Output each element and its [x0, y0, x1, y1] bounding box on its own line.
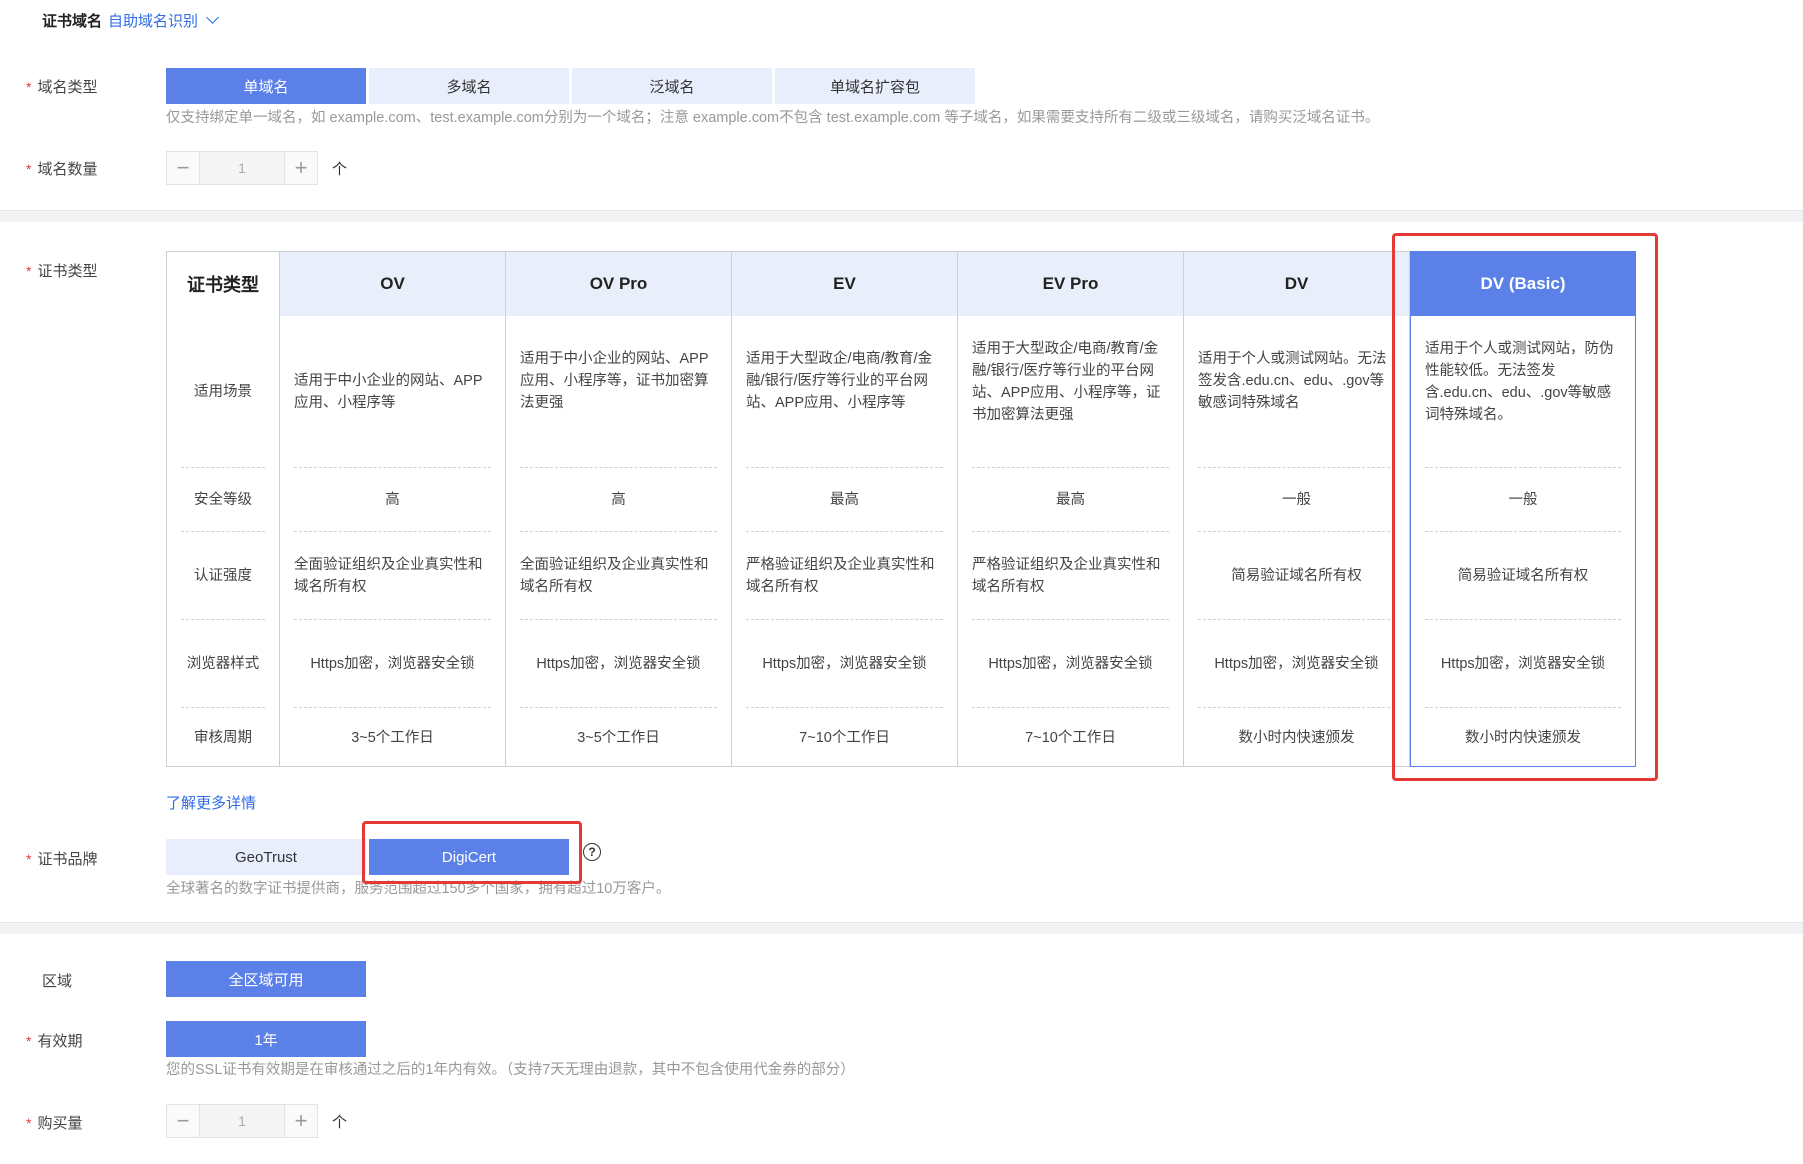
cert-ev-pro-auth: 严格验证组织及企业真实性和域名所有权 — [972, 532, 1169, 620]
validity-label: * 有效期 — [26, 1033, 83, 1050]
cert-ov-review: 3~5个工作日 — [351, 730, 434, 746]
domain-type-expansion-pack[interactable]: 单域名扩容包 — [775, 68, 975, 104]
cert-brand-segmented: GeoTrust DigiCert — [166, 839, 572, 875]
cert-ov-pro-security: 高 — [520, 468, 717, 532]
region-all-available[interactable]: 全区域可用 — [166, 961, 366, 997]
purchase-qty-unit: 个 — [332, 1113, 348, 1131]
cert-type-ev-pro-header: EV Pro — [958, 252, 1183, 316]
cert-type-table: 证书类型 适用场景 安全等级 认证强度 浏览器样式 审核周期 OV 适用于中小企… — [166, 251, 1636, 767]
domain-count-decrement-button[interactable]: − — [166, 151, 200, 185]
domain-count-stepper: − 1 + 个 — [166, 151, 347, 185]
cert-ov-browser: Https加密，浏览器安全锁 — [294, 620, 491, 708]
cert-dv-basic-browser: Https加密，浏览器安全锁 — [1425, 620, 1621, 708]
row-label-security: 安全等级 — [181, 468, 265, 532]
domain-count-increment-button[interactable]: + — [284, 151, 318, 185]
row-label-auth: 认证强度 — [181, 532, 265, 620]
cert-ev-pro-review: 7~10个工作日 — [1025, 730, 1116, 746]
cert-domain-title: 证书域名 — [42, 13, 103, 30]
cert-type-ov-header: OV — [280, 252, 505, 316]
cert-ev-browser: Https加密，浏览器安全锁 — [746, 620, 943, 708]
region-label: 区域 — [42, 973, 73, 990]
cert-ev-pro-security: 最高 — [972, 468, 1169, 532]
row-label-review: 审核周期 — [194, 730, 252, 746]
required-asterisk: * — [26, 851, 32, 867]
help-question-icon[interactable]: ? — [583, 843, 601, 861]
chevron-down-icon — [206, 11, 219, 24]
cert-ev-scenario: 适用于大型政企/电商/教育/金融/银行/医疗等行业的平台网站、APP应用、小程序… — [746, 316, 943, 468]
required-asterisk: * — [26, 161, 32, 177]
cert-dv-browser: Https加密，浏览器安全锁 — [1198, 620, 1395, 708]
cert-type-ov-pro[interactable]: OV Pro 适用于中小企业的网站、APP应用、小程序等，证书加密算法更强 高 … — [506, 251, 732, 767]
cert-type-label: * 证书类型 — [26, 263, 98, 280]
purchase-qty-decrement-button[interactable]: − — [166, 1104, 200, 1138]
cert-type-dv-header: DV — [1184, 252, 1409, 316]
required-asterisk: * — [26, 79, 32, 95]
cert-type-ev-pro[interactable]: EV Pro 适用于大型政企/电商/教育/金融/银行/医疗等行业的平台网站、AP… — [958, 251, 1184, 767]
domain-type-wildcard[interactable]: 泛域名 — [572, 68, 772, 104]
learn-more-link[interactable]: 了解更多详情 — [166, 792, 256, 813]
cert-brand-label: * 证书品牌 — [26, 851, 98, 868]
cert-type-ov[interactable]: OV 适用于中小企业的网站、APP应用、小程序等 高 全面验证组织及企业真实性和… — [280, 251, 506, 767]
cert-ev-pro-scenario: 适用于大型政企/电商/教育/金融/银行/医疗等行业的平台网站、APP应用、小程序… — [972, 316, 1169, 468]
cert-ov-scenario: 适用于中小企业的网站、APP应用、小程序等 — [294, 316, 491, 468]
domain-type-segmented: 单域名 多域名 泛域名 单域名扩容包 — [166, 68, 978, 104]
required-asterisk: * — [26, 1115, 32, 1131]
domain-count-label: * 域名数量 — [26, 161, 98, 178]
cert-ev-security: 最高 — [746, 468, 943, 532]
section-divider — [0, 210, 1803, 222]
cert-ov-auth: 全面验证组织及企业真实性和域名所有权 — [294, 532, 491, 620]
cert-type-row-labels: 证书类型 适用场景 安全等级 认证强度 浏览器样式 审核周期 — [166, 251, 280, 767]
region-segmented: 全区域可用 — [166, 961, 369, 997]
cert-dv-review: 数小时内快速颁发 — [1238, 730, 1355, 746]
cert-type-ev-header: EV — [732, 252, 957, 316]
row-label-browser: 浏览器样式 — [181, 620, 265, 708]
domain-type-single[interactable]: 单域名 — [166, 68, 366, 104]
required-asterisk: * — [26, 263, 32, 279]
cert-dv-basic-auth: 简易验证域名所有权 — [1425, 532, 1621, 620]
cert-dv-basic-review: 数小时内快速颁发 — [1465, 730, 1581, 746]
validity-hint: 您的SSL证书有效期是在审核通过之后的1年内有效。（支持7天无理由退款，其中不包… — [166, 1062, 855, 1078]
cert-type-header-label: 证书类型 — [167, 252, 279, 316]
cert-ov-security: 高 — [294, 468, 491, 532]
cert-type-dv-basic-header: DV (Basic) — [1411, 252, 1635, 316]
cert-ov-pro-scenario: 适用于中小企业的网站、APP应用、小程序等，证书加密算法更强 — [520, 316, 717, 468]
cert-dv-security: 一般 — [1198, 468, 1395, 532]
cert-ev-pro-browser: Https加密，浏览器安全锁 — [972, 620, 1169, 708]
cert-ov-pro-browser: Https加密，浏览器安全锁 — [520, 620, 717, 708]
auto-detect-domain-label: 自助域名识别 — [108, 13, 199, 30]
purchase-qty-stepper: − 1 + 个 — [166, 1104, 347, 1138]
auto-detect-domain-link[interactable]: 自助域名识别 — [108, 10, 219, 31]
domain-count-input[interactable]: 1 — [200, 151, 284, 185]
cert-brand-geotrust[interactable]: GeoTrust — [166, 839, 366, 875]
domain-count-unit: 个 — [332, 160, 348, 178]
required-asterisk: * — [26, 1033, 32, 1049]
purchase-qty-increment-button[interactable]: + — [284, 1104, 318, 1138]
purchase-qty-label: * 购买量 — [26, 1115, 83, 1132]
cert-type-dv[interactable]: DV 适用于个人或测试网站。无法签发含.edu.cn、edu、.gov等敏感词特… — [1184, 251, 1410, 767]
validity-segmented: 1年 — [166, 1021, 369, 1057]
cert-dv-auth: 简易验证域名所有权 — [1198, 532, 1395, 620]
cert-ev-review: 7~10个工作日 — [799, 730, 890, 746]
cert-type-ov-pro-header: OV Pro — [506, 252, 731, 316]
cert-brand-hint: 全球著名的数字证书提供商，服务范围超过150多个国家，拥有超过10万客户。 — [166, 881, 671, 897]
cert-ov-pro-auth: 全面验证组织及企业真实性和域名所有权 — [520, 532, 717, 620]
domain-type-label: * 域名类型 — [26, 79, 98, 96]
section-divider — [0, 922, 1803, 934]
row-label-scenario: 适用场景 — [181, 316, 265, 468]
domain-type-hint: 仅支持绑定单一域名，如 example.com、test.example.com… — [166, 110, 1380, 126]
cert-type-dv-basic[interactable]: DV (Basic) 适用于个人或测试网站，防伪性能较低。无法签发含.edu.c… — [1410, 251, 1636, 767]
cert-type-ev[interactable]: EV 适用于大型政企/电商/教育/金融/银行/医疗等行业的平台网站、APP应用、… — [732, 251, 958, 767]
cert-dv-basic-scenario: 适用于个人或测试网站，防伪性能较低。无法签发含.edu.cn、edu、.gov等… — [1425, 316, 1621, 468]
cert-dv-basic-security: 一般 — [1425, 468, 1621, 532]
validity-1-year[interactable]: 1年 — [166, 1021, 366, 1057]
cert-ev-auth: 严格验证组织及企业真实性和域名所有权 — [746, 532, 943, 620]
domain-type-multi[interactable]: 多域名 — [369, 68, 569, 104]
purchase-qty-input[interactable]: 1 — [200, 1104, 284, 1138]
cert-dv-scenario: 适用于个人或测试网站。无法签发含.edu.cn、edu、.gov等敏感词特殊域名 — [1198, 316, 1395, 468]
cert-brand-digicert[interactable]: DigiCert — [369, 839, 569, 875]
cert-ov-pro-review: 3~5个工作日 — [577, 730, 660, 746]
